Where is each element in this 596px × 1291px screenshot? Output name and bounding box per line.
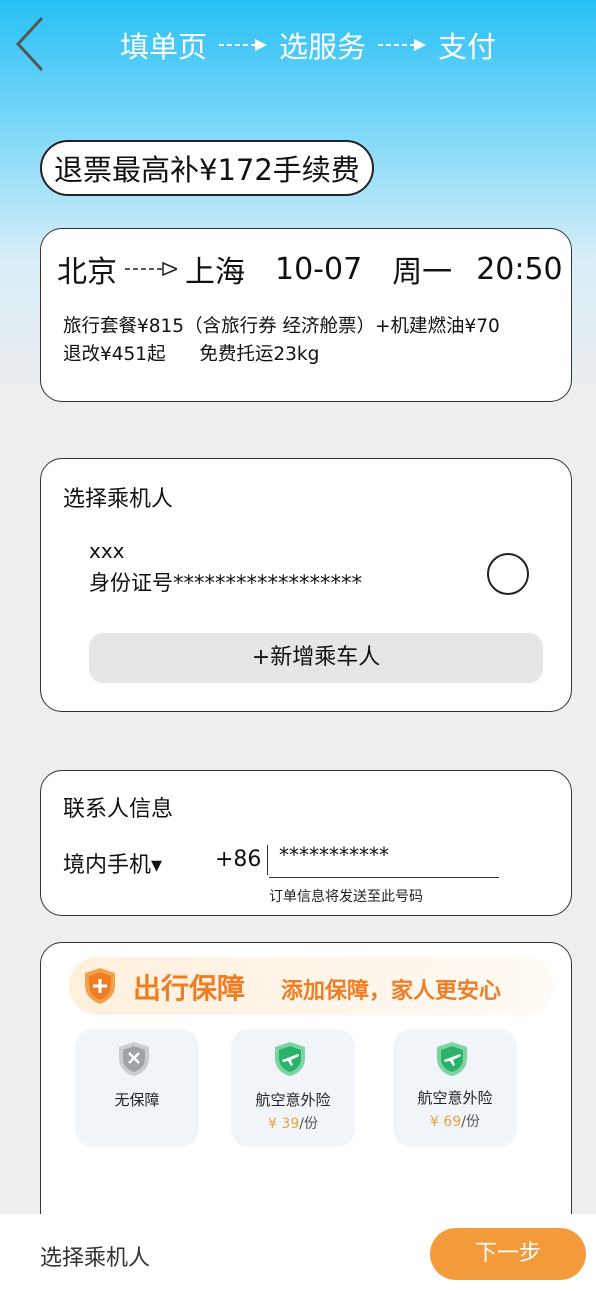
passenger-title: 选择乘机人 — [63, 487, 174, 512]
country-code: +86 — [215, 847, 262, 872]
phone-input[interactable]: *********** — [279, 843, 389, 867]
flight-time: 20:50 — [476, 251, 563, 287]
plan-accident-39[interactable]: 航空意外险 ¥ 39/份 — [231, 1029, 355, 1147]
green-shield-plane-icon — [437, 1042, 467, 1076]
flight-info: 旅行套餐¥815（含旅行券 经济舱票）+机建燃油¥70 退改¥451起 免费托运… — [63, 313, 500, 369]
plan-label: 无保障 — [114, 1091, 160, 1109]
green-shield-plane-icon — [275, 1042, 305, 1076]
phone-type-select[interactable]: 境内手机▾ — [63, 847, 162, 879]
gray-shield-x-icon — [119, 1042, 149, 1076]
refund-badge: 退票最高补¥172手续费 — [40, 140, 374, 196]
plan-label: 航空意外险 — [255, 1091, 331, 1109]
shield-plus-icon — [85, 968, 115, 1004]
progress-steps: 填单页 选服务 支付 — [120, 24, 496, 66]
plan-price: ¥ 39/份 — [268, 1116, 318, 1132]
contact-card: 联系人信息 境内手机▾ +86 *********** 订单信息将发送至此号码 — [40, 770, 572, 916]
insurance-title: 出行保障 — [133, 972, 246, 1005]
package-line: 旅行套餐¥815（含旅行券 经济舱票）+机建燃油¥70 — [63, 316, 500, 337]
arrival-city: 上海 — [185, 255, 245, 290]
step-fill-form: 填单页 — [120, 30, 208, 64]
passenger-name: xxx — [89, 539, 125, 563]
passenger-card: 选择乘机人 xxx 身份证号****************** +新增乘车人 — [40, 458, 572, 712]
flight-weekday: 周一 — [392, 255, 453, 290]
plan-accident-69[interactable]: 航空意外险 ¥ 69/份 — [393, 1029, 517, 1147]
next-button[interactable]: 下一步 — [430, 1228, 586, 1280]
phone-underline — [269, 877, 499, 878]
rebook-fee: 退改¥451起 — [63, 344, 166, 365]
back-button[interactable] — [12, 14, 52, 74]
passenger-select-radio[interactable] — [487, 553, 529, 595]
plan-price: ¥ 69/份 — [430, 1114, 480, 1130]
route-arrow-icon — [125, 262, 177, 276]
phone-divider — [267, 845, 268, 875]
chevron-left-icon — [15, 16, 44, 72]
step-select-service: 选服务 — [279, 30, 367, 64]
contact-title: 联系人信息 — [63, 797, 174, 822]
add-passenger-button[interactable]: +新增乘车人 — [89, 633, 543, 683]
dashed-arrow-icon — [378, 39, 427, 51]
bottom-label: 选择乘机人 — [40, 1246, 151, 1271]
departure-city: 北京 — [57, 255, 117, 290]
plan-label: 航空意外险 — [417, 1089, 493, 1107]
plan-no-insurance[interactable]: 无保障 — [75, 1029, 199, 1147]
bottom-bar: 选择乘机人 下一步 — [0, 1214, 596, 1291]
dashed-arrow-icon — [219, 39, 268, 51]
passenger-id: 身份证号****************** — [89, 571, 362, 595]
phone-hint: 订单信息将发送至此号码 — [269, 889, 423, 905]
flight-date: 10-07 — [275, 251, 363, 287]
step-payment: 支付 — [438, 30, 497, 64]
insurance-slogan: 添加保障，家人更安心 — [281, 979, 502, 1004]
baggage-allowance: 免费托运23kg — [199, 344, 320, 365]
flight-route: 北京 上海 10-07 周一 20:50 — [57, 247, 563, 291]
flight-card: 北京 上海 10-07 周一 20:50 旅行套餐¥815（含旅行券 经济舱票）… — [40, 228, 572, 402]
